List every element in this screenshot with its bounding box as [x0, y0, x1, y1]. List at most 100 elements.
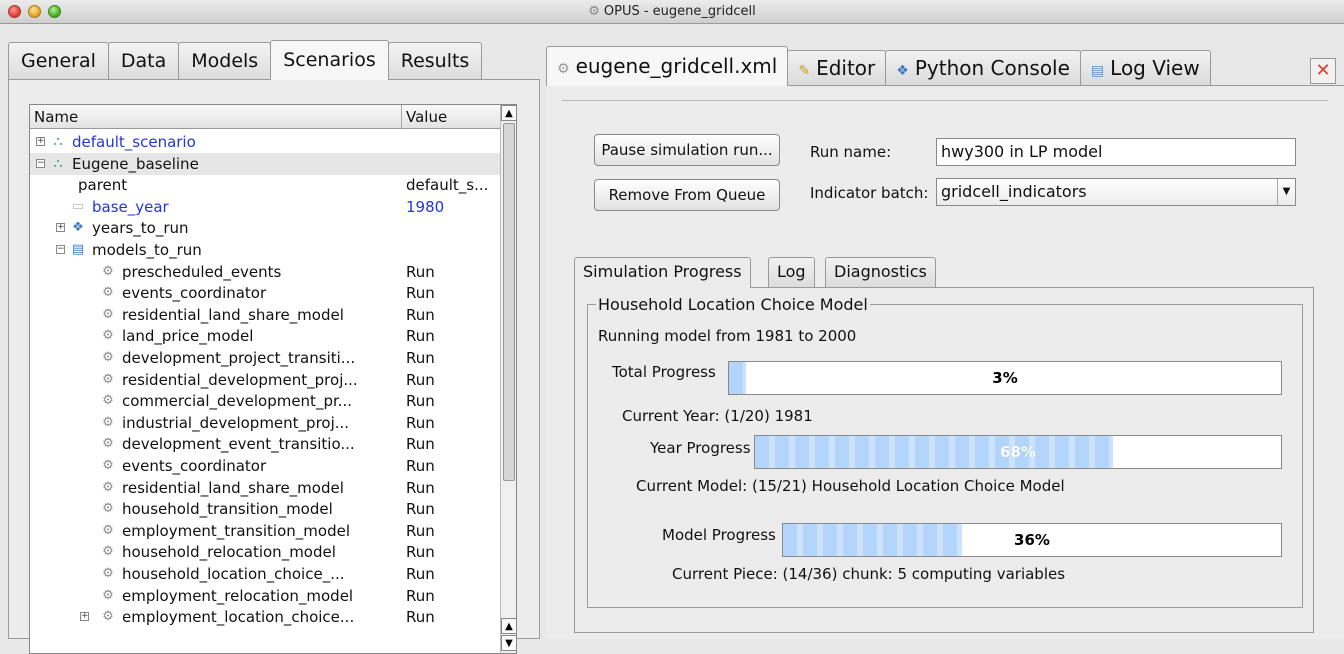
tree-row-value[interactable]: Run — [402, 304, 514, 326]
subtab-log[interactable]: Log — [768, 257, 815, 287]
run-name-input[interactable]: hwy300 in LP model — [936, 138, 1296, 166]
tree-row[interactable]: ⚙ residential_land_share_model Run — [30, 477, 516, 499]
model-progress-label: Model Progress — [662, 526, 776, 544]
gear-icon: ⚙ — [588, 4, 600, 19]
tree-row[interactable]: ▭ base_year 1980 — [30, 196, 516, 218]
tree-row-value[interactable]: Run — [402, 282, 514, 304]
scroll-up-button[interactable]: ▲ — [501, 105, 516, 121]
tree-row[interactable]: ⚙ events_coordinator Run — [30, 455, 516, 477]
scroll-thumb[interactable] — [503, 123, 515, 481]
year-progress-bar: 68% — [754, 435, 1282, 469]
tree-row-value[interactable]: Run — [402, 455, 514, 477]
tree-row[interactable]: ⚙ household_transition_model Run — [30, 498, 516, 520]
tree-row-value[interactable]: Run — [402, 477, 514, 499]
tab-eugene-gridcell-xml[interactable]: ⚙ eugene_gridcell.xml — [546, 46, 789, 86]
left-tab-bar: General Data Models Scenarios Results — [8, 40, 483, 80]
close-tab-button[interactable]: ✕ — [1310, 58, 1336, 84]
gear-icon: ⚙ — [102, 350, 114, 365]
tab-data[interactable]: Data — [107, 42, 180, 80]
column-header-name[interactable]: Name — [30, 105, 402, 129]
group-title: Household Location Choice Model — [596, 295, 870, 314]
scenario-icon: ⛬ — [53, 134, 63, 149]
tree-row-label: default_scenario — [72, 133, 196, 151]
tree-row-value[interactable]: default_s... — [402, 174, 514, 196]
tree-row[interactable]: ⚙ employment_transition_model Run — [30, 520, 516, 542]
tree-row-label: models_to_run — [92, 241, 202, 259]
tree-row[interactable]: + ⚙ employment_location_choice... Run — [30, 606, 516, 628]
tree-row-label: industrial_development_proj... — [122, 413, 350, 432]
tree-row[interactable]: ⚙ events_coordinator Run — [30, 282, 516, 304]
gear-icon: ⚙ — [102, 501, 114, 517]
scroll-up-button-bottom[interactable]: ▲ — [501, 618, 516, 634]
tree-row[interactable]: ⚙ employment_relocation_model Run — [30, 585, 516, 607]
tree-row[interactable]: ⚙ prescheduled_events Run — [30, 261, 516, 283]
subtab-diagnostics[interactable]: Diagnostics — [825, 257, 936, 287]
tree-row[interactable]: − ▤ models_to_run — [30, 239, 516, 261]
tree-row-label: residential_development_proj... — [122, 370, 358, 389]
field-icon: ▭ — [71, 198, 85, 214]
tab-python-console[interactable]: ❖ Python Console — [885, 50, 1081, 86]
collapse-icon[interactable]: − — [56, 245, 65, 254]
tree-row[interactable]: parent default_s... — [30, 174, 516, 196]
tree-row-value[interactable]: Run — [402, 325, 514, 347]
tree-row-label: events_coordinator — [122, 457, 267, 475]
remove-from-queue-button[interactable]: Remove From Queue — [594, 179, 780, 211]
tree-row-label: base_year — [92, 197, 169, 216]
gear-icon: ⚙ — [557, 61, 570, 77]
tree-row-label: household_location_choice_... — [122, 565, 345, 583]
pause-simulation-button[interactable]: Pause simulation run... — [594, 134, 780, 166]
tree-row[interactable]: ⚙ household_location_choice_... Run — [30, 563, 516, 585]
tree-row[interactable]: ⚙ development_project_transiti... Run — [30, 347, 516, 369]
tree-row-value[interactable]: Run — [402, 520, 514, 542]
tree-row[interactable]: + ❖ years_to_run — [30, 217, 516, 239]
tab-results[interactable]: Results — [387, 42, 483, 80]
tree-row-value[interactable]: Run — [402, 498, 514, 520]
tab-label: eugene_gridcell.xml — [575, 54, 778, 78]
tree-row-label: employment_relocation_model — [122, 586, 354, 605]
tab-label: Editor — [816, 56, 876, 80]
tree-scrollbar[interactable]: ▲ ▲ ▼ — [500, 105, 516, 653]
tree-row[interactable]: − ⛬ Eugene_baseline — [30, 152, 516, 175]
tree-row-value[interactable]: Run — [402, 390, 514, 412]
tree-row-value[interactable]: Run — [402, 433, 514, 455]
tab-log-view[interactable]: ▤ Log View — [1079, 50, 1211, 86]
tab-scenarios[interactable]: Scenarios — [270, 40, 389, 80]
scenario-tree[interactable]: Name Value + ⛬ default_scenario − ⛬ Eugene_ba… — [29, 104, 517, 654]
collapse-icon[interactable]: − — [36, 158, 45, 168]
chevron-down-icon[interactable]: ▼ — [1277, 179, 1295, 205]
tree-row[interactable]: + ⛬ default_scenario — [30, 131, 516, 153]
tree-row-value[interactable]: Run — [402, 606, 514, 628]
tree-row-value[interactable]: Run — [402, 369, 514, 391]
tree-row-value[interactable]: Run — [402, 347, 514, 369]
tree-row-value[interactable]: Run — [402, 541, 514, 563]
tab-models[interactable]: Models — [178, 42, 272, 80]
tree-row-value[interactable]: Run — [402, 261, 514, 283]
scroll-down-button[interactable]: ▼ — [501, 635, 516, 651]
tree-row-value[interactable]: Run — [402, 585, 514, 607]
expand-icon[interactable]: + — [80, 612, 89, 622]
gear-icon: ⚙ — [102, 458, 114, 473]
tab-label: Log View — [1110, 56, 1200, 80]
tree-row[interactable]: ⚙ industrial_development_proj... Run — [30, 412, 516, 434]
tree-row[interactable]: ⚙ land_price_model Run — [30, 325, 516, 347]
tree-row[interactable]: ⚙ residential_development_proj... Run — [30, 369, 516, 391]
tree-row-value[interactable]: Run — [402, 563, 514, 585]
window-title: ⚙ OPUS - eugene_gridcell — [0, 4, 1344, 19]
tab-editor[interactable]: ✎ Editor — [787, 50, 887, 86]
expand-icon[interactable]: + — [36, 137, 45, 146]
tree-row-label: events_coordinator — [122, 284, 267, 303]
tab-general[interactable]: General — [8, 42, 109, 80]
editor-icon: ✎ — [798, 63, 811, 79]
tree-row[interactable]: ⚙ development_event_transitio... Run — [30, 433, 516, 455]
tree-row[interactable]: ⚙ household_relocation_model Run — [30, 541, 516, 563]
tree-row-value[interactable]: 1980 — [402, 196, 514, 218]
tree-row[interactable]: ⚙ commercial_development_pr... Run — [30, 390, 516, 412]
subtab-simulation-progress[interactable]: Simulation Progress — [574, 257, 751, 288]
left-panel: General Data Models Scenarios Results Name V… — [8, 40, 540, 654]
tree-row-label: residential_land_share_model — [122, 305, 344, 324]
expand-icon[interactable]: + — [56, 223, 65, 233]
model-progress-text: 36% — [1014, 531, 1050, 549]
indicator-batch-select[interactable]: gridcell_indicators ▼ — [936, 178, 1296, 206]
tree-row-value[interactable]: Run — [402, 412, 514, 434]
tree-row[interactable]: ⚙ residential_land_share_model Run — [30, 304, 516, 326]
